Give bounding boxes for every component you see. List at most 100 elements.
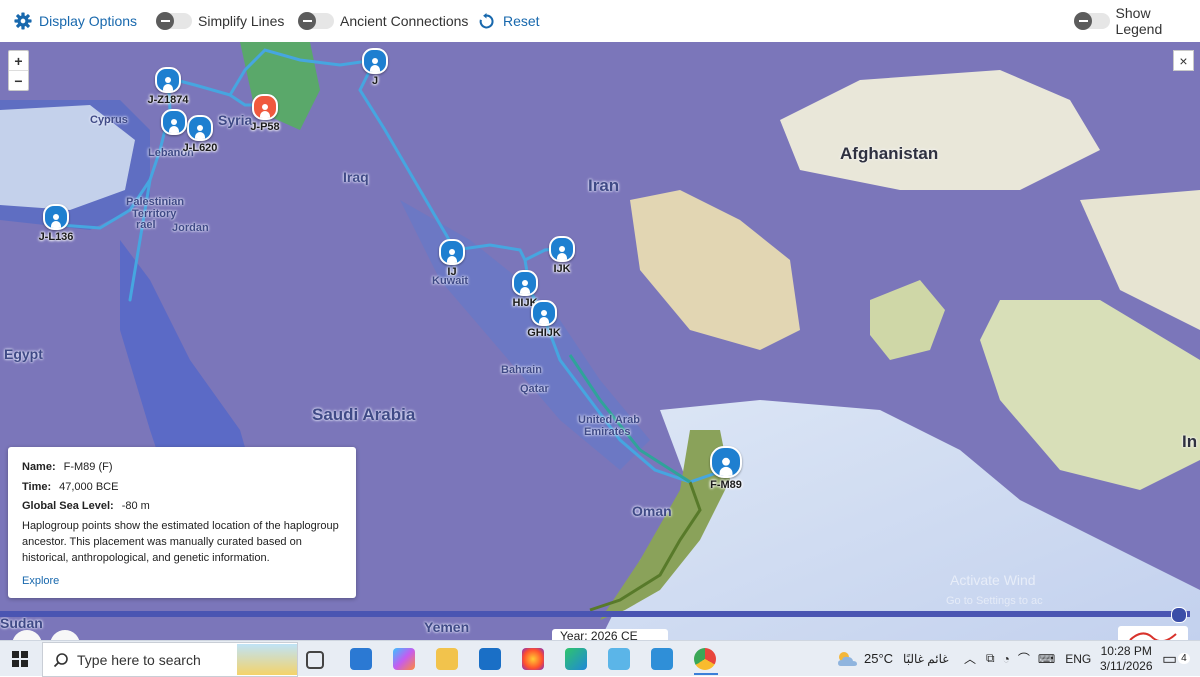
search-highlight-icon: [237, 644, 297, 675]
notepad-icon[interactable]: [608, 648, 630, 670]
simplify-lines-label: Simplify Lines: [198, 13, 285, 29]
person-pin-icon: [439, 239, 465, 265]
toggle-knob-icon: [298, 12, 316, 30]
timeline-track[interactable]: [0, 611, 1190, 617]
person-pin-icon: [710, 446, 742, 478]
windows-taskbar: Type here to search 25°C غائم غالبًا ︿ ⧉…: [0, 640, 1200, 677]
firefox-icon[interactable]: [522, 648, 544, 670]
reset-icon: [479, 12, 494, 28]
info-time-value: 47,000 BCE: [59, 481, 119, 493]
haplogroup-marker[interactable]: J-Z1874: [133, 67, 203, 106]
windows-start-icon[interactable]: [12, 651, 28, 667]
search-placeholder: Type here to search: [77, 651, 201, 668]
file-explorer-icon[interactable]: [436, 648, 458, 670]
clock-time: 10:28 PM: [1100, 643, 1152, 658]
task-view-icon[interactable]: [306, 651, 324, 669]
haplogroup-label: J: [371, 75, 379, 87]
info-sea-level-label: Global Sea Level:: [22, 500, 114, 512]
info-time-label: Time:: [22, 481, 52, 493]
label-egypt: Egypt: [4, 346, 43, 362]
simplify-lines-toggle[interactable]: Simplify Lines: [156, 0, 285, 42]
info-description: Haplogroup points show the estimated loc…: [22, 520, 339, 564]
haplogroup-marker[interactable]: GHIJK: [509, 300, 579, 339]
haplogroup-label: J-L136: [38, 231, 74, 243]
taskbar-search-input[interactable]: Type here to search: [42, 642, 298, 677]
ancient-connections-toggle[interactable]: Ancient Connections: [298, 0, 469, 42]
map-toolbar: Display Options Simplify Lines Ancient C…: [0, 0, 1200, 43]
haplogroup-label: IJ: [447, 266, 457, 278]
ime-icon[interactable]: ⌨: [1038, 652, 1055, 666]
network-icon[interactable]: ⧉: [986, 651, 995, 666]
ancient-connections-label: Ancient Connections: [340, 13, 469, 29]
edge-icon[interactable]: [565, 648, 587, 670]
label-iran: Iran: [588, 176, 620, 195]
zoom-in-button[interactable]: +: [9, 51, 28, 70]
copilot-icon[interactable]: [393, 648, 415, 670]
display-options-button[interactable]: Display Options: [14, 0, 137, 42]
show-legend-toggle[interactable]: Show Legend: [1074, 0, 1200, 42]
label-sudan: Sudan: [0, 615, 43, 631]
close-map-button[interactable]: ×: [1173, 50, 1194, 71]
info-name-label: Name:: [22, 461, 56, 473]
show-legend-label: Show Legend: [1115, 5, 1163, 37]
label-uae-line1: United Arab: [578, 414, 640, 426]
zoom-out-button[interactable]: −: [9, 70, 28, 90]
label-israel: rael: [136, 219, 156, 231]
outlook-icon[interactable]: [479, 648, 501, 670]
person-pin-icon: [549, 236, 575, 262]
volume-icon[interactable]: ◔: [1003, 652, 1010, 666]
haplogroup-marker[interactable]: IJ: [417, 239, 487, 278]
toggle-knob-icon: [1074, 12, 1092, 30]
label-yemen: Yemen: [424, 619, 470, 635]
notification-count: 4: [1178, 653, 1190, 664]
haplogroup-marker[interactable]: J-P58: [230, 94, 300, 133]
person-pin-icon: [362, 48, 388, 74]
zoom-control: + −: [8, 50, 29, 91]
explore-link[interactable]: Explore: [22, 575, 59, 587]
label-palestinian: Palestinian: [126, 196, 185, 208]
haplogroup-marker[interactable]: J: [340, 48, 410, 87]
info-time-row: Time: 47,000 BCE: [22, 481, 118, 493]
system-tray: ︿ ⧉ ◔ ⌒ ⌨ ENG: [964, 641, 1091, 676]
weather-widget[interactable]: 25°C غائم غالبًا: [836, 641, 949, 676]
haplogroup-label: J-Z1874: [147, 94, 189, 106]
label-afghanistan: Afghanistan: [840, 144, 939, 163]
notifications-button[interactable]: ▭ 4: [1162, 641, 1190, 676]
reset-button[interactable]: Reset: [478, 0, 540, 42]
label-cyprus: Cyprus: [90, 114, 128, 126]
wifi-icon[interactable]: ⌒: [1018, 650, 1030, 667]
haplogroup-marker[interactable]: F-M89: [691, 446, 761, 491]
notification-icon: ▭: [1162, 650, 1178, 668]
microsoft-store-icon[interactable]: [350, 648, 372, 670]
person-pin-icon: [531, 300, 557, 326]
cloud-icon: [838, 651, 857, 666]
haplogroup-label: J-L620: [182, 142, 218, 154]
label-qatar: Qatar: [520, 383, 549, 395]
label-india: In: [1182, 432, 1198, 451]
info-name-value: F-M89 (F): [63, 461, 113, 473]
chrome-icon[interactable]: [694, 648, 716, 670]
timeline-handle[interactable]: [1171, 607, 1188, 623]
label-iraq: Iraq: [343, 169, 369, 185]
chevron-up-icon[interactable]: ︿: [964, 650, 976, 667]
haplogroup-marker[interactable]: J-L136: [21, 204, 91, 243]
watermark-line1: Activate Wind: [950, 572, 1036, 588]
label-bahrain: Bahrain: [501, 364, 542, 376]
person-pin-icon: [512, 270, 538, 296]
photos-icon[interactable]: [651, 648, 673, 670]
person-pin-icon: [161, 109, 187, 135]
toggle-switch[interactable]: [1074, 12, 1110, 30]
language-indicator[interactable]: ENG: [1065, 652, 1091, 666]
haplogroup-label: F-M89: [710, 479, 742, 491]
search-icon: [53, 652, 68, 667]
haplogroup-marker[interactable]: [139, 109, 209, 135]
person-pin-icon: [252, 94, 278, 120]
info-name-row: Name: F-M89 (F): [22, 461, 113, 473]
clock[interactable]: 10:28 PM 3/11/2026: [1100, 641, 1153, 676]
toggle-switch[interactable]: [298, 12, 334, 30]
toggle-switch[interactable]: [156, 12, 192, 30]
info-sea-level-value: -80 m: [121, 500, 150, 512]
label-oman: Oman: [632, 503, 672, 519]
weather-temperature: 25°C: [864, 651, 894, 666]
toggle-knob-icon: [156, 12, 174, 30]
